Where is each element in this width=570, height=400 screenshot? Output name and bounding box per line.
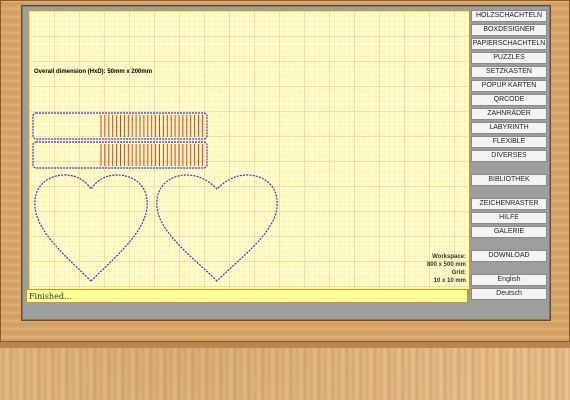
design-drawing — [32, 112, 278, 282]
heart-shape-right — [156, 174, 278, 282]
menu-item-boxdesigner[interactable]: BOXDESIGNER — [471, 24, 547, 36]
menu-item-labyrinth[interactable]: LABYRINTH — [471, 122, 547, 134]
menu-item-popup-karten[interactable]: POPUP KARTEN — [471, 80, 547, 92]
frame-ledge — [0, 342, 570, 348]
menu-item-qrcode[interactable]: QRCODE — [471, 94, 547, 106]
menu-item-galerie[interactable]: GALERIE — [471, 226, 547, 238]
menu-item-setzkasten[interactable]: SETZKASTEN — [471, 66, 547, 78]
flex-strip-bottom — [32, 141, 208, 169]
workspace-label: Workspace: — [432, 254, 466, 260]
menu-item-bibliothek[interactable]: BIBLIOTHEK — [471, 174, 547, 186]
grid-size: 10 x 10 mm — [433, 278, 466, 284]
menu-item-zahnraeder[interactable]: ZAHNRÄDER — [471, 108, 547, 120]
menu-item-puzzles[interactable]: PUZZLES — [471, 52, 547, 64]
language-english-button[interactable]: English — [471, 274, 547, 286]
heart-shape-left — [34, 174, 148, 282]
download-button[interactable]: DOWNLOAD — [471, 250, 547, 262]
workspace-info: Workspace: 800 x 500 mm Grid: 10 x 10 mm — [406, 253, 466, 285]
menu-item-hilfe[interactable]: HILFE — [471, 212, 547, 224]
language-deutsch-button[interactable]: Deutsch — [471, 288, 547, 300]
flex-strip-top — [32, 112, 208, 140]
status-bar: Finished... — [26, 289, 468, 303]
menu-item-holzschachteln[interactable]: HOLZSCHACHTELN — [471, 10, 547, 22]
grid-label: Grid: — [451, 270, 466, 276]
menu-item-zeichenraster[interactable]: ZEICHENRASTER — [471, 198, 547, 210]
drawing-canvas[interactable]: Overall dimension (HxD): 50mm x 200mm Wo… — [28, 10, 470, 290]
sidebar-menu: HOLZSCHACHTELN BOXDESIGNER PAPIERSCHACHT… — [471, 10, 547, 302]
menu-item-diverses[interactable]: DIVERSES — [471, 150, 547, 162]
menu-item-papierschachteln[interactable]: PAPIERSCHACHTELN — [471, 38, 547, 50]
menu-item-flexible[interactable]: FLEXIBLE — [471, 136, 547, 148]
workspace-size: 800 x 500 mm — [426, 262, 466, 268]
